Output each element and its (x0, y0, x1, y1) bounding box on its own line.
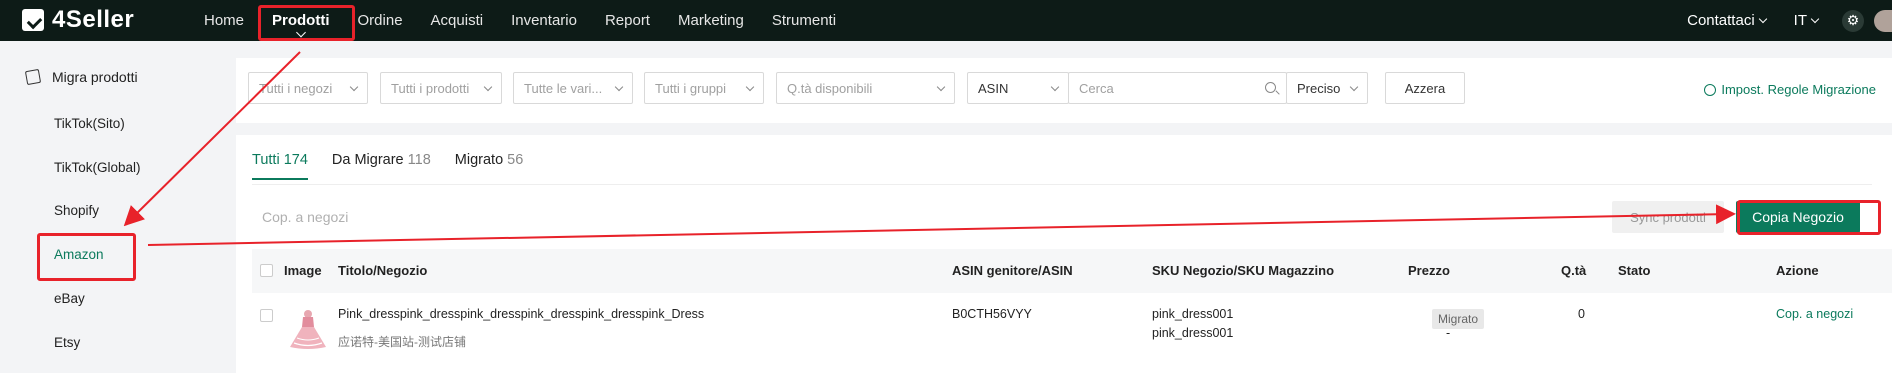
group-select[interactable]: Tutti i gruppi (644, 72, 764, 104)
contacts-dropdown[interactable]: Contattaci (1673, 12, 1780, 29)
sidebar-item-tiktok-sito[interactable]: TikTok(Sito) (54, 116, 125, 131)
product-store: 应诺特-美国站-测试店铺 (338, 335, 466, 349)
sidebar-item-ebay[interactable]: eBay (54, 291, 85, 306)
copy-to-stores-link[interactable]: Cop. a negozi (262, 209, 348, 225)
select-all-checkbox[interactable] (260, 264, 273, 277)
nav-strumenti[interactable]: Strumenti (758, 0, 850, 41)
main-content: Tutti 174 Da Migrare 118 Migrato 56 Cop.… (236, 135, 1892, 373)
tab-to-migrate-label: Da Migrare (331, 152, 404, 168)
search-type-value: ASIN (978, 80, 1009, 96)
search-type-select[interactable]: ASIN (967, 72, 1069, 104)
th-asin: ASIN genitore/ASIN (952, 263, 1073, 278)
migration-rules-link[interactable]: Impost. Regole Migrazione (1704, 82, 1876, 97)
th-sku: SKU Negozio/SKU Magazzino (1152, 263, 1335, 278)
language-label: IT (1793, 12, 1807, 29)
tab-migrated-count: 56 (507, 152, 524, 168)
product-asin: B0CTH56VYY (952, 307, 1032, 321)
filter-panel: Tutti i negozi Tutti i prodotti Tutte le… (236, 58, 1892, 123)
row-copy-to-stores-link[interactable]: Cop. a negozi (1776, 307, 1853, 321)
nav-report[interactable]: Report (591, 0, 664, 41)
match-select[interactable]: Preciso (1286, 72, 1368, 104)
app-logo[interactable]: 4Seller (22, 6, 134, 34)
nav-marketing[interactable]: Marketing (664, 0, 758, 41)
product-select-value: Tutti i prodotti (391, 80, 470, 96)
th-title: Titolo/Negozio (338, 263, 428, 278)
sidebar-header-label: Migra prodotti (52, 69, 138, 85)
tab-all-label: Tutti (252, 152, 280, 168)
product-title[interactable]: Pink_dresspink_dresspink_dresspink_dress… (338, 307, 704, 321)
nav-right: Contattaci IT ⚙ (1673, 0, 1892, 41)
variant-select-value: Tutte le vari... (524, 80, 603, 96)
tab-to-migrate[interactable]: Da Migrare 118 (332, 152, 431, 180)
nav-inventario[interactable]: Inventario (497, 0, 591, 41)
avatar[interactable] (1874, 9, 1892, 32)
group-select-value: Tutti i gruppi (655, 80, 727, 96)
th-action: Azione (1776, 263, 1819, 278)
sidebar: Migra prodotti TikTok(Sito) TikTok(Globa… (0, 41, 236, 373)
qty-select-value: Q.tà disponibili (787, 80, 873, 96)
status-badge: Migrato (1432, 309, 1485, 329)
table-row: Pink_dresspink_dresspink_dresspink_dress… (252, 295, 1892, 365)
app-name: 4Seller (52, 6, 135, 33)
chevron-down-icon (1810, 14, 1820, 23)
tab-divider (252, 184, 1872, 185)
migrate-icon (24, 68, 42, 86)
search-input[interactable]: Cerca (1068, 72, 1287, 104)
annotation-box-copy-store (1737, 200, 1881, 235)
status-tabs: Tutti 174 Da Migrare 118 Migrato 56 (252, 152, 523, 180)
sku-store: pink_dress001 (1152, 307, 1234, 321)
store-select[interactable]: Tutti i negozi (248, 72, 368, 104)
tab-migrated-label: Migrato (454, 152, 504, 168)
th-status: Stato (1618, 263, 1651, 278)
chevron-down-icon (1050, 82, 1060, 92)
variant-select[interactable]: Tutte le vari... (513, 72, 633, 104)
nav-home[interactable]: Home (190, 0, 258, 41)
product-thumbnail[interactable] (284, 305, 332, 353)
qty-select[interactable]: Q.tà disponibili (776, 72, 955, 104)
search-icon[interactable] (1265, 82, 1276, 93)
match-select-value: Preciso (1297, 80, 1341, 96)
th-price: Prezzo (1408, 263, 1450, 278)
row-checkbox[interactable] (260, 309, 273, 322)
nav-acquisti[interactable]: Acquisti (417, 0, 498, 41)
language-dropdown[interactable]: IT (1780, 12, 1832, 29)
product-qty: 0 (1578, 307, 1585, 321)
tab-all[interactable]: Tutti 174 (252, 152, 308, 180)
sidebar-item-shopify[interactable]: Shopify (54, 203, 99, 218)
gear-icon[interactable]: ⚙ (1842, 9, 1864, 32)
tab-all-count: 174 (283, 152, 308, 168)
sidebar-header[interactable]: Migra prodotti (24, 68, 138, 86)
th-qty: Q.tà (1561, 263, 1587, 278)
chevron-down-icon (745, 82, 755, 92)
chevron-down-icon (349, 82, 359, 92)
store-select-value: Tutti i negozi (259, 80, 333, 96)
tab-migrated[interactable]: Migrato 56 (455, 152, 524, 180)
chevron-down-icon (614, 82, 624, 92)
annotation-box-prodotti (258, 5, 355, 41)
annotation-box-amazon (37, 233, 136, 281)
product-select[interactable]: Tutti i prodotti (380, 72, 502, 104)
contacts-label: Contattaci (1687, 12, 1755, 29)
chevron-down-icon (1349, 82, 1359, 92)
gear-icon (1704, 83, 1717, 96)
sku-warehouse: pink_dress001 (1152, 326, 1234, 340)
th-image: Image (284, 263, 322, 278)
search-placeholder: Cerca (1079, 80, 1114, 96)
reset-button[interactable]: Azzera (1385, 72, 1465, 104)
sidebar-item-etsy[interactable]: Etsy (54, 335, 80, 350)
logo-icon (22, 9, 44, 31)
sync-products-button[interactable]: Sync prodotti (1612, 201, 1724, 233)
table-header: Image Titolo/Negozio ASIN genitore/ASIN … (252, 249, 1892, 293)
chevron-down-icon (483, 82, 493, 92)
tab-to-migrate-count: 118 (407, 152, 431, 168)
chevron-down-icon (936, 82, 946, 92)
migration-rules-label: Impost. Regole Migrazione (1721, 82, 1876, 97)
chevron-down-icon (1758, 14, 1767, 23)
sidebar-item-tiktok-global[interactable]: TikTok(Global) (54, 160, 141, 175)
